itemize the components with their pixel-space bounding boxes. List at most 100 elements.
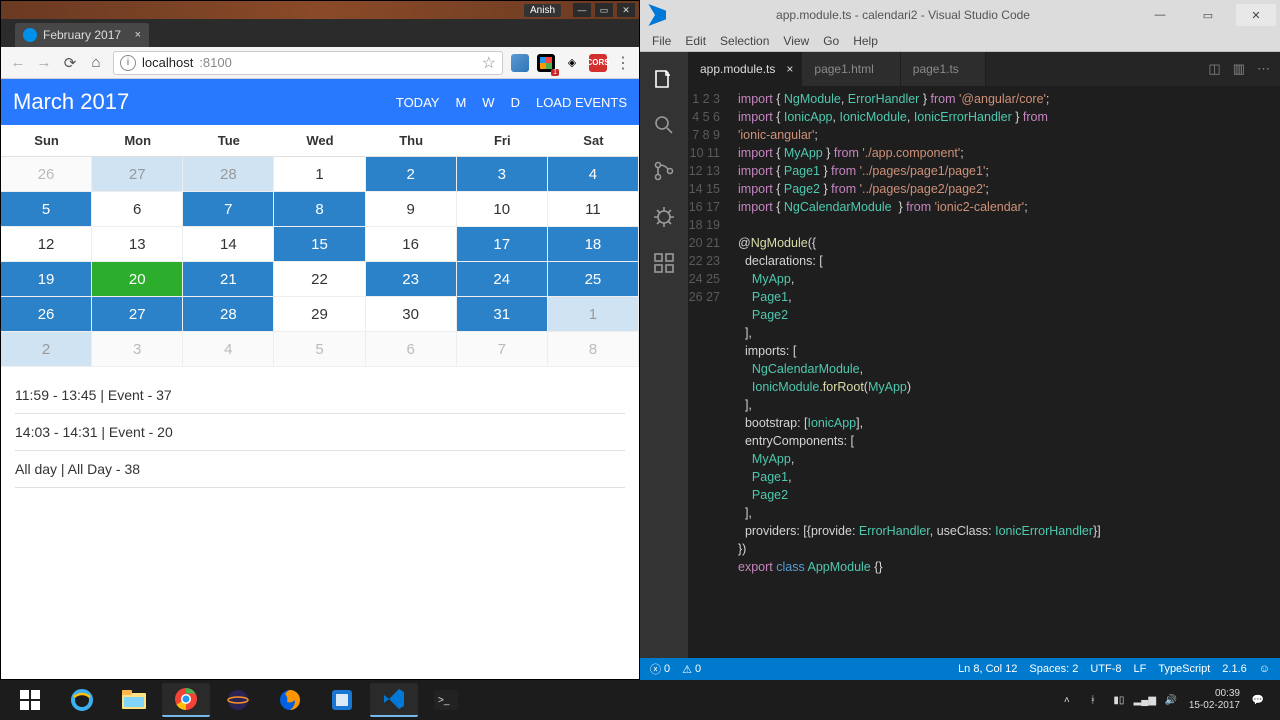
ie-icon[interactable] [58, 683, 106, 717]
calendar-cell[interactable]: 8 [274, 192, 365, 227]
calendar-cell[interactable]: 5 [274, 332, 365, 367]
extension-2-icon[interactable]: 1 [537, 54, 555, 72]
calendar-cell[interactable]: 19 [1, 262, 92, 297]
event-item[interactable]: 11:59 - 13:45 | Event - 37 [15, 377, 625, 414]
calendar-cell[interactable]: 27 [92, 157, 183, 192]
volume-icon[interactable]: 🔊 [1163, 692, 1179, 708]
menu-view[interactable]: View [777, 32, 815, 50]
calendar-cell[interactable]: 2 [1, 332, 92, 367]
source-code[interactable]: import { NgModule, ErrorHandler } from '… [732, 86, 1280, 658]
encoding[interactable]: UTF-8 [1090, 663, 1121, 675]
start-button[interactable] [6, 683, 54, 717]
virtualbox-icon[interactable] [318, 683, 366, 717]
calendar-cell[interactable]: 23 [366, 262, 457, 297]
code-editor[interactable]: 1 2 3 4 5 6 7 8 9 10 11 12 13 14 15 16 1… [688, 86, 1280, 658]
calendar-cell[interactable]: 31 [457, 297, 548, 332]
menu-edit[interactable]: Edit [679, 32, 712, 50]
site-info-icon[interactable]: i [120, 55, 136, 71]
menu-help[interactable]: Help [847, 32, 884, 50]
editor-tab[interactable]: page1.html [802, 52, 900, 86]
split-editor-icon[interactable]: ◫ [1208, 61, 1220, 77]
back-button[interactable]: ← [9, 54, 27, 71]
calendar-cell[interactable]: 24 [457, 262, 548, 297]
warnings-indicator[interactable]: ⚠ 0 [682, 663, 701, 676]
calendar-cell[interactable]: 6 [92, 192, 183, 227]
language-mode[interactable]: TypeScript [1158, 663, 1210, 675]
vsc-maximize-button[interactable]: ▭ [1188, 4, 1228, 26]
browser-tab[interactable]: February 2017 × [15, 23, 149, 47]
omnibox[interactable]: i localhost:8100 ☆ [113, 51, 503, 75]
calendar-cell[interactable]: 12 [1, 227, 92, 262]
bookmark-icon[interactable]: ☆ [482, 53, 496, 73]
close-tab-icon[interactable]: × [786, 62, 793, 76]
eclipse-icon[interactable] [214, 683, 262, 717]
calendar-cell[interactable]: 29 [274, 297, 365, 332]
calendar-cell[interactable]: 1 [274, 157, 365, 192]
calendar-cell[interactable]: 26 [1, 297, 92, 332]
calendar-cell[interactable]: 7 [183, 192, 274, 227]
calendar-cell[interactable]: 26 [1, 157, 92, 192]
calendar-cell[interactable]: 3 [457, 157, 548, 192]
calendar-cell[interactable]: 2 [366, 157, 457, 192]
chrome-icon[interactable] [162, 683, 210, 717]
eol[interactable]: LF [1133, 663, 1146, 675]
bluetooth-icon[interactable]: ᚼ [1085, 692, 1101, 708]
errors-indicator[interactable]: ⓧ 0 [650, 661, 670, 677]
calendar-cell[interactable]: 15 [274, 227, 365, 262]
cors-extension-icon[interactable]: CORS [589, 54, 607, 72]
feedback-icon[interactable]: ☺ [1259, 663, 1270, 675]
today-button[interactable]: TODAY [396, 95, 440, 110]
ts-version[interactable]: 2.1.6 [1222, 663, 1246, 675]
vscode-icon[interactable] [370, 683, 418, 717]
toggle-layout-icon[interactable]: ▥ [1233, 61, 1245, 77]
source-control-icon[interactable] [651, 158, 677, 184]
calendar-cell[interactable]: 4 [548, 157, 639, 192]
network-icon[interactable]: ▂▄▆ [1137, 692, 1153, 708]
minimize-button[interactable]: — [573, 3, 591, 17]
calendar-cell[interactable]: 17 [457, 227, 548, 262]
terminal-icon[interactable]: >_ [422, 683, 470, 717]
close-button[interactable]: ✕ [617, 3, 635, 17]
editor-tab[interactable]: app.module.ts× [688, 52, 802, 86]
extension-1-icon[interactable] [511, 54, 529, 72]
calendar-cell[interactable]: 14 [183, 227, 274, 262]
search-icon[interactable] [651, 112, 677, 138]
calendar-cell[interactable]: 20 [92, 262, 183, 297]
calendar-cell[interactable]: 5 [1, 192, 92, 227]
calendar-cell[interactable]: 7 [457, 332, 548, 367]
debug-icon[interactable] [651, 204, 677, 230]
tab-close-icon[interactable]: × [135, 29, 141, 41]
calendar-cell[interactable]: 18 [548, 227, 639, 262]
calendar-cell[interactable]: 1 [548, 297, 639, 332]
month-view-button[interactable]: M [455, 95, 466, 110]
chrome-menu-icon[interactable]: ⋮ [615, 53, 631, 73]
firefox-icon[interactable] [266, 683, 314, 717]
calendar-cell[interactable]: 27 [92, 297, 183, 332]
menu-selection[interactable]: Selection [714, 32, 775, 50]
calendar-cell[interactable]: 10 [457, 192, 548, 227]
calendar-cell[interactable]: 21 [183, 262, 274, 297]
cursor-position[interactable]: Ln 8, Col 12 [958, 663, 1017, 675]
calendar-cell[interactable]: 25 [548, 262, 639, 297]
maximize-button[interactable]: ▭ [595, 3, 613, 17]
forward-button[interactable]: → [35, 54, 53, 71]
calendar-cell[interactable]: 3 [92, 332, 183, 367]
calendar-cell[interactable]: 9 [366, 192, 457, 227]
calendar-cell[interactable]: 11 [548, 192, 639, 227]
calendar-cell[interactable]: 28 [183, 157, 274, 192]
vsc-close-button[interactable]: ✕ [1236, 4, 1276, 26]
explorer-icon[interactable] [110, 683, 158, 717]
menu-go[interactable]: Go [817, 32, 845, 50]
week-view-button[interactable]: W [482, 95, 494, 110]
calendar-cell[interactable]: 4 [183, 332, 274, 367]
calendar-cell[interactable]: 13 [92, 227, 183, 262]
vsc-minimize-button[interactable]: — [1140, 4, 1180, 26]
battery-icon[interactable]: ▮▯ [1111, 692, 1127, 708]
calendar-cell[interactable]: 22 [274, 262, 365, 297]
tray-chevron-icon[interactable]: ˄ [1059, 692, 1075, 708]
indent-setting[interactable]: Spaces: 2 [1029, 663, 1078, 675]
menu-file[interactable]: File [646, 32, 677, 50]
event-item[interactable]: 14:03 - 14:31 | Event - 20 [15, 414, 625, 451]
extension-3-icon[interactable]: ◈ [563, 54, 581, 72]
calendar-cell[interactable]: 30 [366, 297, 457, 332]
